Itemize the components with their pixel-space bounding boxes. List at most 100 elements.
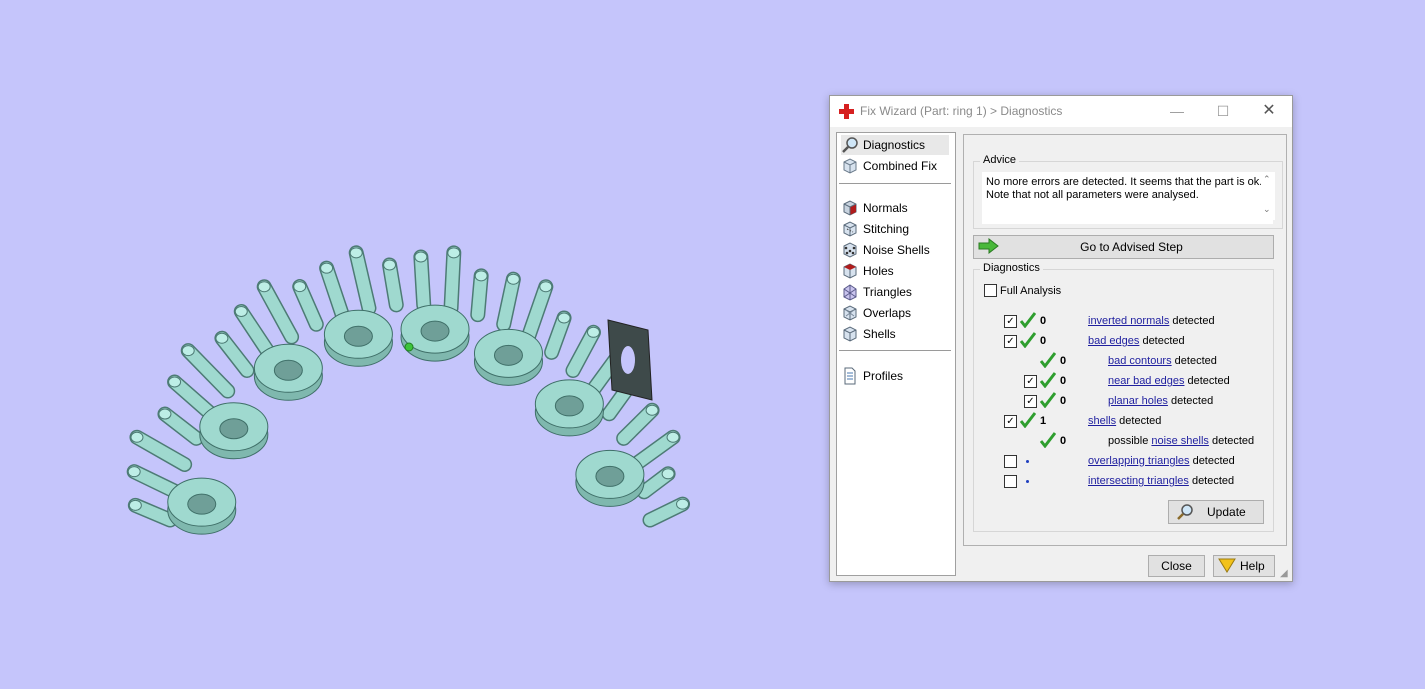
cylinder-pin [157, 406, 204, 446]
nav-item-label: Combined Fix [863, 159, 938, 173]
cylinder-pin [443, 245, 462, 316]
noise-shells-icon [843, 242, 857, 258]
cylinder-pin [180, 343, 236, 399]
3d-viewport[interactable] [0, 0, 820, 689]
diagnostic-suffix: detected [1184, 375, 1230, 387]
nav-item-holes[interactable]: Holes [841, 261, 949, 281]
cylinder-pin [214, 330, 255, 378]
triangles-icon [843, 284, 857, 301]
minimize-button[interactable]: — [1154, 96, 1200, 127]
ring-segment [400, 304, 470, 362]
diagnostic-checkbox[interactable]: ✓ [1004, 315, 1017, 328]
cylinder-pin [292, 279, 324, 332]
cylinder-pin [565, 324, 601, 378]
update-label: Update [1207, 505, 1246, 519]
green-check-icon [1040, 372, 1056, 388]
cylinder-pin [616, 402, 660, 446]
diagnostic-link[interactable]: planar holes [1108, 395, 1168, 407]
ring-segment [323, 309, 393, 367]
nav-divider [839, 183, 951, 184]
nav-item-triangles[interactable]: Triangles [841, 282, 949, 302]
pending-dot-icon [1026, 460, 1029, 463]
diagnostic-checkbox[interactable]: ✓ [1024, 395, 1037, 408]
ring-segment [473, 328, 543, 386]
diagnostic-link[interactable]: noise shells [1151, 435, 1208, 447]
help-triangle-icon [1218, 558, 1236, 573]
diagnostic-link[interactable]: near bad edges [1108, 375, 1184, 387]
cylinder-pin [256, 279, 300, 345]
diagnostic-link[interactable]: overlapping triangles [1088, 455, 1190, 467]
go-to-advised-step-button[interactable]: Go to Advised Step [973, 235, 1274, 259]
nav-item-profiles[interactable]: Profiles [841, 366, 949, 386]
diagnostic-count: 0 [1060, 355, 1067, 367]
nav-item-normals[interactable]: Normals [841, 198, 949, 218]
normals-cube-icon [843, 200, 857, 216]
scroll-up-icon[interactable]: ⌃ [1263, 174, 1271, 185]
cylinder-pin [382, 257, 404, 313]
green-check-icon [1020, 412, 1036, 428]
help-button[interactable]: Help [1213, 555, 1275, 577]
full-analysis-label: Full Analysis [1000, 285, 1062, 297]
diagnostic-suffix: detected [1188, 475, 1235, 487]
close-window-button[interactable]: ✕ [1246, 96, 1292, 127]
diagnostic-link[interactable]: inverted normals [1088, 315, 1169, 327]
update-button[interactable]: Update [1168, 500, 1264, 524]
cylinder-pin [129, 429, 193, 472]
nav-item-diagnostics[interactable]: Diagnostics [841, 135, 949, 155]
maximize-button[interactable]: ☐ [1200, 96, 1246, 127]
diagnostic-checkbox[interactable]: ✓ [1004, 335, 1017, 348]
diagnostic-link[interactable]: bad edges [1088, 335, 1139, 347]
diagnostic-suffix: detected [1189, 455, 1235, 467]
pending-dot-icon [1026, 480, 1029, 483]
diagnostic-row-text: intersecting triangles detected [1088, 475, 1234, 487]
ring-segment [534, 379, 604, 437]
title-bar[interactable]: Fix Wizard (Part: ring 1) > Diagnostics … [830, 96, 1292, 127]
cylinder-pin [470, 268, 489, 323]
diagnostic-row-text: shells detected [1088, 415, 1161, 427]
cylinder-pin [413, 249, 432, 313]
document-icon [844, 367, 856, 385]
diagnostic-checkbox[interactable]: ✓ [1024, 375, 1037, 388]
scroll-down-icon[interactable]: ⌄ [1263, 204, 1271, 215]
diagnostic-count: 0 [1060, 435, 1067, 447]
ring-geometry [126, 245, 691, 535]
nav-item-combined-fix[interactable]: Combined Fix [841, 156, 949, 176]
diagnostic-checkbox[interactable] [1004, 475, 1017, 488]
nav-item-stitching[interactable]: Stitching [841, 219, 949, 239]
diagnostic-row-text: planar holes detected [1108, 395, 1213, 407]
full-analysis-checkbox[interactable] [984, 284, 997, 297]
advice-group: Advice No more errors are detected. It s… [973, 154, 1283, 229]
diagnostic-count: 0 [1040, 335, 1047, 347]
magnifier-icon [842, 137, 858, 153]
diagnostic-suffix: detected [1169, 315, 1215, 327]
cylinder-pin [544, 310, 572, 360]
cylinder-pin [167, 374, 219, 422]
nav-item-noise-shells[interactable]: Noise Shells [841, 240, 949, 260]
diagnostic-link[interactable]: intersecting triangles [1088, 475, 1189, 487]
fix-wizard-window: Fix Wizard (Part: ring 1) > Diagnostics … [829, 95, 1293, 582]
ring-part-model[interactable] [0, 0, 820, 689]
nav-item-label: Diagnostics [863, 138, 926, 152]
cylinder-pin [627, 429, 681, 472]
diagnostic-suffix: detected [1167, 395, 1214, 407]
green-check-icon [1040, 432, 1056, 448]
rotation-center-marker [404, 342, 414, 352]
diagnostic-link[interactable]: shells [1088, 415, 1116, 427]
resize-grip[interactable]: ◢ [1280, 568, 1288, 579]
diagnostic-suffix: detected [1208, 435, 1255, 447]
cylinder-pin [348, 245, 377, 316]
overlaps-cube-icon [843, 305, 857, 321]
wizard-nav: Diagnostics Combined Fix Normals Stitchi… [836, 132, 956, 576]
diagnostic-checkbox[interactable] [1004, 455, 1017, 468]
diagnostic-checkbox[interactable]: ✓ [1004, 415, 1017, 428]
nav-item-shells[interactable]: Shells [841, 324, 949, 344]
close-button[interactable]: Close [1148, 555, 1205, 577]
nav-item-label: Holes [863, 264, 894, 278]
green-check-icon [1020, 312, 1036, 328]
diagnostic-link[interactable]: bad contours [1108, 355, 1172, 367]
advice-scrollbar[interactable]: ⌃ ⌄ [1261, 172, 1275, 220]
window-title: Fix Wizard (Part: ring 1) > Diagnostics [860, 104, 1063, 118]
diagnostic-suffix: detected [1139, 335, 1185, 347]
nav-item-overlaps[interactable]: Overlaps [841, 303, 949, 323]
cylinder-pin [636, 466, 676, 500]
